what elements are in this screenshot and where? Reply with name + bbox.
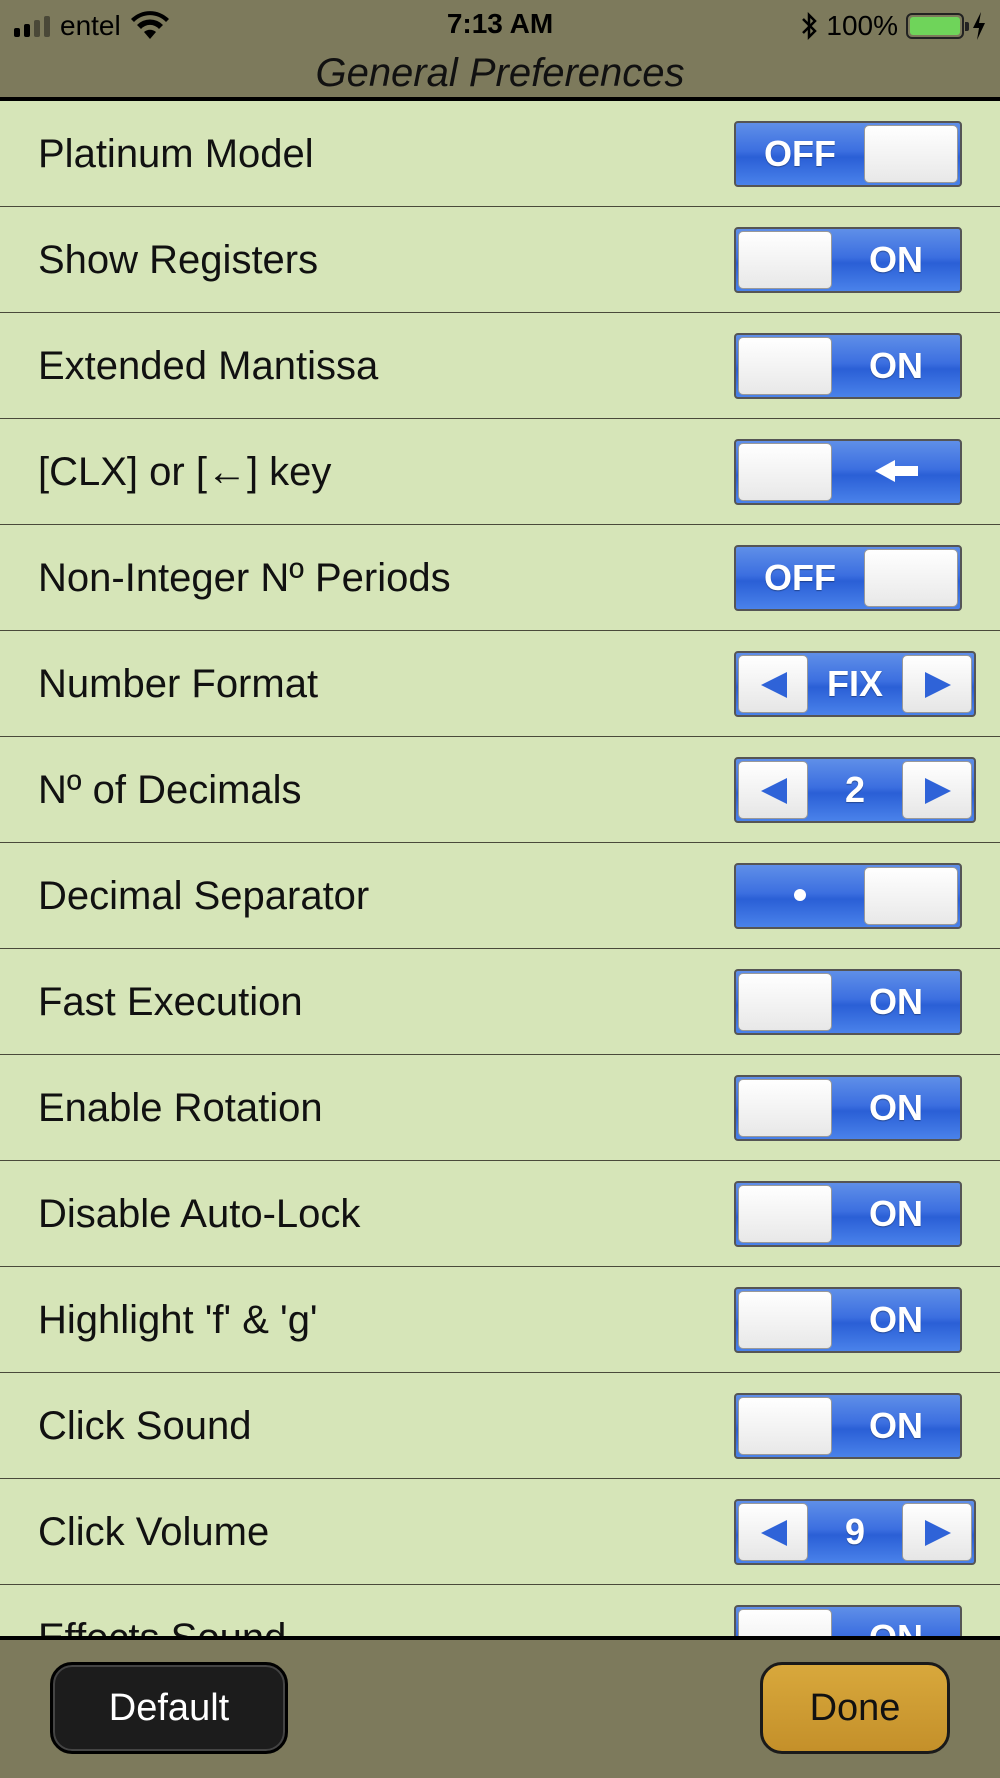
setting-row-effects-sound: Effects Sound ON [0, 1585, 1000, 1638]
default-button[interactable]: Default [50, 1662, 288, 1754]
disable-auto-lock-toggle[interactable]: ON [734, 1181, 962, 1247]
setting-row-fast-execution: Fast Execution ON [0, 949, 1000, 1055]
setting-row-highlight-f-g: Highlight 'f' & 'g' ON [0, 1267, 1000, 1373]
setting-row-disable-auto-lock: Disable Auto-Lock ON [0, 1161, 1000, 1267]
setting-row-enable-rotation: Enable Rotation ON [0, 1055, 1000, 1161]
setting-label: Click Volume [38, 1510, 270, 1554]
status-right: 100% [800, 8, 986, 44]
toggle-knob [738, 1079, 832, 1137]
highlight-f-g-toggle[interactable]: ON [734, 1287, 962, 1353]
toggle-knob [738, 1185, 832, 1243]
click-volume-stepper: 9 [734, 1499, 976, 1565]
toggle-state: ON [869, 1405, 923, 1446]
toggle-knob [738, 1291, 832, 1349]
setting-row-decimals: Nº of Decimals 2 [0, 737, 1000, 843]
stepper-value: 9 [844, 1511, 866, 1552]
toggle-knob [738, 1609, 832, 1638]
show-registers-toggle[interactable]: ON [734, 227, 962, 293]
effects-sound-toggle[interactable]: ON [734, 1605, 962, 1638]
click-sound-toggle[interactable]: ON [734, 1393, 962, 1459]
left-triangle-icon [761, 1520, 787, 1546]
setting-row-clx-key: [CLX] or [←] key [0, 419, 1000, 525]
decrement-button[interactable] [738, 655, 808, 713]
setting-label: [CLX] or [←] key [38, 450, 332, 494]
footer-divider [0, 1636, 1000, 1640]
setting-row-decimal-separator: Decimal Separator [0, 843, 1000, 949]
setting-row-non-integer-periods: Non-Integer Nº Periods OFF [0, 525, 1000, 631]
decrement-button[interactable] [738, 1503, 808, 1561]
toggle-state: ON [869, 239, 923, 280]
right-triangle-icon [925, 1520, 951, 1546]
dot-icon [736, 865, 864, 927]
toggle-knob [738, 973, 832, 1031]
increment-button[interactable] [902, 655, 972, 713]
toggle-state: ON [869, 345, 923, 386]
decimals-stepper: 2 [734, 757, 976, 823]
number-format-stepper: FIX [734, 651, 976, 717]
setting-row-extended-mantissa: Extended Mantissa ON [0, 313, 1000, 419]
toggle-state: OFF [764, 133, 836, 174]
toggle-state: ON [869, 1087, 923, 1128]
toggle-knob [738, 231, 832, 289]
battery-icon [906, 13, 969, 39]
increment-button[interactable] [902, 761, 972, 819]
setting-label: Fast Execution [38, 980, 303, 1024]
toggle-knob [864, 125, 958, 183]
toggle-knob [864, 549, 958, 607]
bluetooth-icon [802, 11, 818, 41]
setting-label: Show Registers [38, 238, 319, 282]
extended-mantissa-toggle[interactable]: ON [734, 333, 962, 399]
setting-row-platinum-model: Platinum Model OFF [0, 101, 1000, 207]
toggle-knob [864, 867, 958, 925]
clx-key-toggle[interactable] [734, 439, 962, 505]
toggle-state: ON [869, 1617, 923, 1638]
settings-list[interactable]: Platinum Model OFF Show Registers ON Ext… [0, 101, 1000, 1638]
non-integer-periods-toggle[interactable]: OFF [734, 545, 962, 611]
left-arrow-icon [832, 441, 960, 503]
increment-button[interactable] [902, 1503, 972, 1561]
setting-row-click-sound: Click Sound ON [0, 1373, 1000, 1479]
toggle-knob [738, 1397, 832, 1455]
setting-label: Highlight 'f' & 'g' [38, 1298, 318, 1342]
right-triangle-icon [925, 778, 951, 804]
setting-label: Enable Rotation [38, 1086, 323, 1130]
right-triangle-icon [925, 672, 951, 698]
setting-label: Click Sound [38, 1404, 252, 1448]
setting-label: Extended Mantissa [38, 344, 379, 388]
setting-label: Effects Sound [38, 1616, 287, 1638]
platinum-model-toggle[interactable]: OFF [734, 121, 962, 187]
done-button[interactable]: Done [760, 1662, 950, 1754]
toggle-knob [738, 337, 832, 395]
enable-rotation-toggle[interactable]: ON [734, 1075, 962, 1141]
decrement-button[interactable] [738, 761, 808, 819]
setting-label: Disable Auto-Lock [38, 1192, 361, 1236]
setting-label: Decimal Separator [38, 874, 370, 918]
charging-icon [973, 12, 985, 40]
stepper-value: FIX [826, 663, 883, 704]
toggle-state: ON [869, 1193, 923, 1234]
battery-percent: 100% [826, 10, 898, 41]
stepper-value: 2 [844, 769, 866, 810]
toggle-state: ON [869, 1299, 923, 1340]
setting-row-number-format: Number Format FIX [0, 631, 1000, 737]
setting-label: Platinum Model [38, 132, 314, 176]
setting-row-click-volume: Click Volume 9 [0, 1479, 1000, 1585]
toggle-knob [738, 443, 832, 501]
decimal-separator-toggle[interactable] [734, 863, 962, 929]
left-triangle-icon [761, 672, 787, 698]
left-triangle-icon [761, 778, 787, 804]
setting-label: Nº of Decimals [38, 768, 302, 812]
setting-label: Non-Integer Nº Periods [38, 556, 451, 600]
setting-row-show-registers: Show Registers ON [0, 207, 1000, 313]
fast-execution-toggle[interactable]: ON [734, 969, 962, 1035]
status-bar: entel 7:13 AM 100% [0, 0, 1000, 52]
setting-label: Number Format [38, 662, 319, 706]
toggle-state: OFF [764, 557, 836, 598]
toggle-state: ON [869, 981, 923, 1022]
page-title: General Preferences [315, 51, 685, 95]
